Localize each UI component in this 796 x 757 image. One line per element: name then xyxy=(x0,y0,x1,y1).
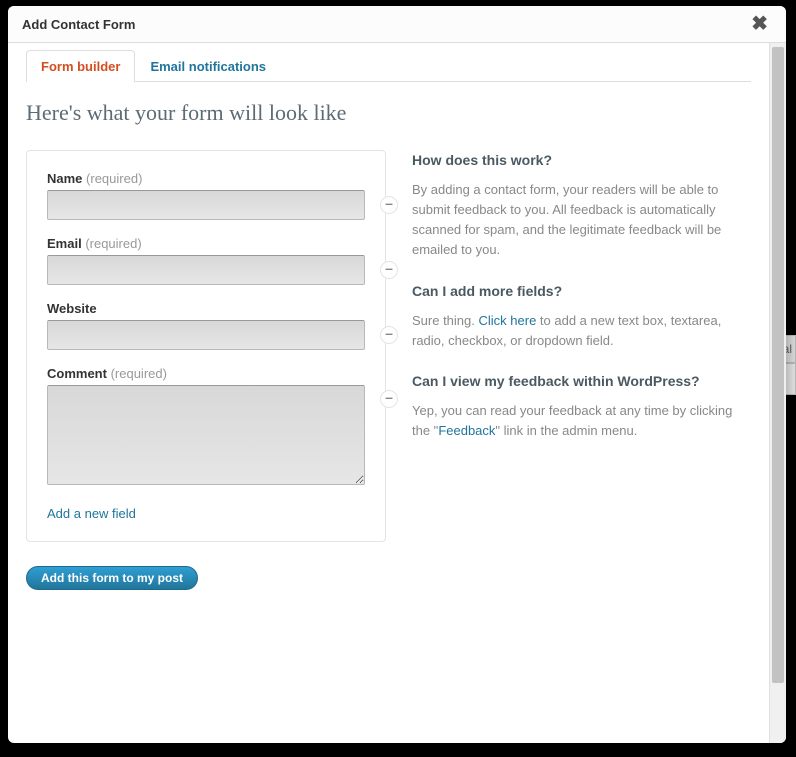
scrollbar-thumb[interactable] xyxy=(772,47,784,683)
scrollbar[interactable] xyxy=(769,43,786,743)
add-contact-form-modal: Add Contact Form ✖ Form builder Email no… xyxy=(8,6,786,743)
field-row-website: Website – xyxy=(47,301,365,350)
close-icon[interactable]: ✖ xyxy=(747,14,772,34)
tab-email-notifications[interactable]: Email notifications xyxy=(135,50,281,82)
email-field[interactable] xyxy=(47,255,365,285)
add-new-field-link[interactable]: Add a new field xyxy=(47,506,136,521)
website-field[interactable] xyxy=(47,320,365,350)
modal-title: Add Contact Form xyxy=(22,17,135,32)
name-field[interactable] xyxy=(47,190,365,220)
tab-form-builder[interactable]: Form builder xyxy=(26,50,135,82)
help-heading-more-fields: Can I add more fields? xyxy=(412,283,745,299)
field-label-name: Name (required) xyxy=(47,171,365,186)
help-heading-view-feedback: Can I view my feedback within WordPress? xyxy=(412,373,745,389)
remove-field-email-button[interactable]: – xyxy=(380,261,398,279)
field-label-comment: Comment (required) xyxy=(47,366,365,381)
modal-header: Add Contact Form ✖ xyxy=(8,6,786,43)
help-text-view-feedback: Yep, you can read your feedback at any t… xyxy=(412,401,745,441)
preview-heading: Here's what your form will look like xyxy=(26,100,751,126)
help-text-how: By adding a contact form, your readers w… xyxy=(412,180,745,261)
field-row-email: Email (required) – xyxy=(47,236,365,285)
help-text-more-fields: Sure thing. Click here to add a new text… xyxy=(412,311,745,351)
field-label-website: Website xyxy=(47,301,365,316)
help-panel: How does this work? By adding a contact … xyxy=(412,150,751,463)
click-here-link[interactable]: Click here xyxy=(479,313,537,328)
help-heading-how: How does this work? xyxy=(412,152,745,168)
modal-body: Form builder Email notifications Here's … xyxy=(8,43,769,743)
remove-field-website-button[interactable]: – xyxy=(380,326,398,344)
comment-field[interactable] xyxy=(47,385,365,485)
field-label-email: Email (required) xyxy=(47,236,365,251)
remove-field-name-button[interactable]: – xyxy=(380,196,398,214)
feedback-link[interactable]: Feedback xyxy=(438,423,495,438)
tabs: Form builder Email notifications xyxy=(26,49,751,81)
add-form-to-post-button[interactable]: Add this form to my post xyxy=(26,566,198,590)
remove-field-comment-button[interactable]: – xyxy=(380,390,398,408)
field-row-name: Name (required) – xyxy=(47,171,365,220)
field-row-comment: Comment (required) – xyxy=(47,366,365,488)
form-preview-box: Name (required) – Email xyxy=(26,150,386,542)
